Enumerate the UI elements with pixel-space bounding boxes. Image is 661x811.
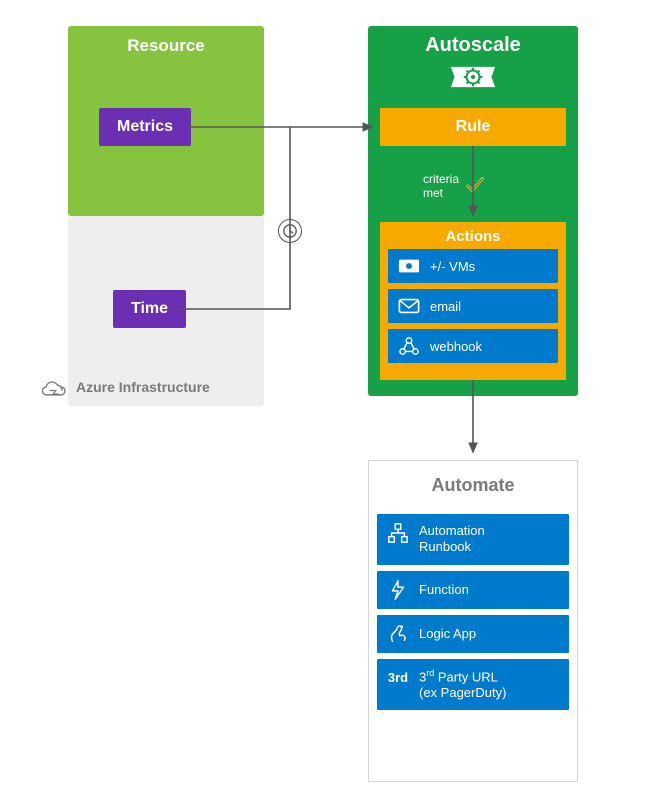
vm-icon (396, 256, 422, 276)
automate-function-label: Function (419, 582, 469, 597)
automate-third-party: 3rd 3rd Party URL(ex PagerDuty) (377, 659, 569, 711)
actions-title: Actions (380, 222, 566, 249)
resource-title: Resource (68, 26, 264, 56)
webhook-icon (396, 336, 422, 356)
criteria-met-label: criteria met (423, 173, 459, 201)
third-party-icon: 3rd (385, 668, 411, 688)
email-icon (396, 296, 422, 316)
automate-logicapp-label: Logic App (419, 626, 476, 641)
rule-box: Rule (380, 108, 566, 146)
automate-runbook: AutomationRunbook (377, 514, 569, 565)
clock-icon (278, 219, 302, 243)
metrics-pill: Metrics (99, 108, 191, 146)
automate-title: Automate (369, 461, 577, 514)
gear-banner-icon (449, 63, 497, 91)
action-email: email (388, 289, 558, 323)
check-icon (464, 174, 486, 201)
function-icon (385, 580, 411, 600)
action-vms-label: +/- VMs (430, 259, 475, 274)
azure-infrastructure-label: Azure Infrastructure (40, 378, 210, 396)
azure-infra-text: Azure Infrastructure (76, 379, 210, 395)
automate-third-party-label: 3rd Party URL(ex PagerDuty) (419, 668, 506, 702)
automate-runbook-label: AutomationRunbook (419, 523, 485, 556)
automate-box: Automate AutomationRunbook Function (368, 460, 578, 782)
action-email-label: email (430, 299, 461, 314)
automate-logicapp: Logic App (377, 615, 569, 653)
automate-function: Function (377, 571, 569, 609)
cloud-icon (40, 378, 68, 396)
actions-box: Actions +/- VMs email webhook (380, 222, 566, 380)
logicapp-icon (385, 624, 411, 644)
action-webhook: webhook (388, 329, 558, 363)
action-webhook-label: webhook (430, 339, 482, 354)
time-pill: Time (113, 290, 186, 328)
action-vms: +/- VMs (388, 249, 558, 283)
runbook-icon (385, 523, 411, 543)
autoscale-title: Autoscale (368, 26, 578, 57)
